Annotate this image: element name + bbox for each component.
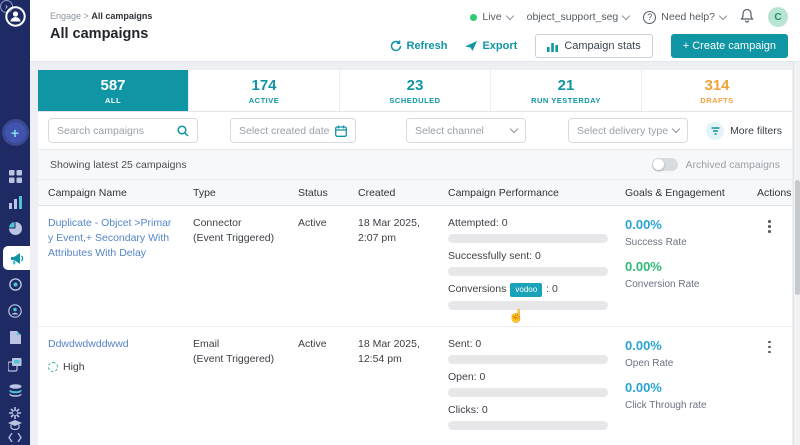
help-label: Need help?	[661, 11, 715, 23]
open-rate-value: 0.00%	[625, 337, 662, 353]
breadcrumb-parent[interactable]: Engage	[50, 11, 81, 21]
calendar-icon	[335, 125, 347, 137]
table-header: Campaign Name Type Status Created Campai…	[38, 180, 792, 206]
campaign-tabs: 587 ALL 174 ACTIVE 23 SCHEDULED 21 RUN Y…	[38, 70, 792, 112]
col-goals: Goals & Engagement	[625, 186, 725, 199]
status-text: Active	[298, 217, 327, 229]
chevron-down-icon	[505, 11, 514, 20]
top-header: Live object_support_seg ? Need help? C E…	[30, 0, 800, 62]
breadcrumb-separator: >	[83, 11, 89, 21]
tab-scheduled[interactable]: 23 SCHEDULED	[340, 70, 491, 111]
tab-active[interactable]: 174 ACTIVE	[189, 70, 340, 111]
priority-indicator: High	[48, 360, 173, 375]
campaigns-panel: 587 ALL 174 ACTIVE 23 SCHEDULED 21 RUN Y…	[38, 70, 792, 445]
success-rate-value: 0.00%	[625, 217, 662, 232]
developer-code-icon[interactable]	[0, 433, 30, 442]
quick-create-button[interactable]: +	[0, 122, 30, 143]
segment-selector[interactable]: object_support_seg	[526, 11, 631, 23]
bar-chart-icon	[547, 42, 559, 52]
col-created: Created	[358, 186, 396, 199]
tab-all[interactable]: 587 ALL	[38, 70, 189, 111]
sidebar: › +	[0, 0, 30, 445]
chevron-down-icon	[671, 124, 681, 134]
search-icon	[177, 124, 189, 137]
refresh-icon	[390, 40, 401, 52]
search-input[interactable]	[57, 124, 167, 137]
filter-bar: Select created date Select channel Selec…	[38, 112, 792, 150]
more-filters-button[interactable]: More filters	[706, 121, 782, 140]
table-row: Ddwdwdwddwwd High Email (Event Triggered…	[38, 326, 792, 445]
row-actions-menu-icon[interactable]	[757, 216, 782, 233]
conversion-goal-badge: vodoo	[510, 283, 543, 297]
created-date-filter[interactable]: Select created date	[230, 118, 356, 143]
notifications-bell-icon[interactable]	[740, 8, 754, 26]
scrollbar-thumb[interactable]	[795, 180, 800, 295]
webengage-logo-icon[interactable]	[0, 6, 30, 27]
app-window: › + Live object_support_seg ? Need help?…	[0, 0, 800, 445]
page-title: All campaigns	[50, 26, 149, 42]
help-menu[interactable]: ? Need help?	[643, 10, 728, 24]
catalog-layers-icon[interactable]	[0, 358, 30, 372]
chevron-down-icon	[718, 11, 728, 20]
sidebar-item-campaigns[interactable]	[3, 246, 30, 270]
priority-high-icon	[48, 362, 58, 373]
environment-selector[interactable]: Live	[470, 11, 514, 23]
col-type: Type	[193, 186, 216, 199]
megaphone-icon	[10, 252, 23, 264]
dashboard-icon[interactable]	[0, 170, 30, 183]
channel-filter[interactable]: Select channel	[406, 118, 526, 143]
users-icon[interactable]	[0, 304, 30, 318]
filter-funnel-icon	[706, 121, 725, 140]
performance-cell: Sent: 0 Open: 0 Clicks: 0	[438, 337, 615, 437]
performance-cell: Attempted: 0 Successfully sent: 0 Conver…	[438, 216, 615, 316]
mouse-cursor: ☝	[508, 308, 525, 323]
goals-target-icon[interactable]	[0, 278, 30, 291]
goals-cell: 0.00% Open Rate 0.00% Click Through rate	[615, 337, 747, 437]
campaign-name-link[interactable]: Duplicate - Objcet >Primary Event,+ Seco…	[48, 217, 171, 259]
chevron-down-icon	[622, 11, 631, 20]
breadcrumb[interactable]: Engage > All campaigns	[50, 11, 152, 21]
campaign-name-link[interactable]: Ddwdwdwddwwd	[48, 338, 129, 350]
plus-icon: +	[4, 122, 26, 143]
integrations-icon[interactable]	[0, 407, 30, 419]
user-avatar[interactable]: C	[768, 7, 788, 27]
tab-drafts[interactable]: 314 DRAFTS	[642, 70, 792, 111]
campaign-stats-button[interactable]: Campaign stats	[535, 34, 653, 58]
col-performance: Campaign Performance	[448, 186, 559, 199]
col-campaign-name: Campaign Name	[48, 186, 127, 199]
row-actions-menu-icon[interactable]	[757, 337, 782, 354]
showing-count-text: Showing latest 25 campaigns	[50, 158, 187, 171]
create-campaign-button[interactable]: + Create campaign	[670, 34, 788, 58]
col-actions: Actions	[757, 186, 792, 199]
table-row: Duplicate - Objcet >Primary Event,+ Seco…	[38, 206, 792, 327]
conversion-rate-value: 0.00%	[625, 259, 662, 275]
data-platform-icon[interactable]	[0, 384, 30, 397]
documents-icon[interactable]	[0, 331, 30, 344]
export-button[interactable]: Export	[465, 40, 517, 52]
academy-cap-icon[interactable]	[0, 420, 30, 431]
help-icon: ?	[643, 10, 657, 24]
col-status: Status	[298, 186, 328, 199]
live-label: Live	[482, 11, 502, 23]
export-icon	[465, 41, 478, 51]
refresh-button[interactable]: Refresh	[390, 40, 447, 52]
click-through-rate-value: 0.00%	[625, 380, 662, 395]
vertical-scrollbar[interactable]	[793, 62, 800, 445]
archived-campaigns-toggle[interactable]	[652, 158, 679, 171]
delivery-type-filter[interactable]: Select delivery type	[568, 118, 688, 143]
archived-campaigns-label: Archived campaigns	[685, 158, 780, 171]
status-text: Active	[298, 337, 327, 350]
segment-label: object_support_seg	[526, 11, 619, 23]
live-status-icon	[470, 13, 478, 21]
chevron-down-icon	[509, 124, 519, 134]
search-campaigns-field[interactable]	[48, 118, 198, 143]
segments-pie-icon[interactable]	[0, 222, 30, 235]
list-status-bar: Showing latest 25 campaigns Archived cam…	[38, 150, 792, 180]
analytics-icon[interactable]	[0, 196, 30, 209]
tab-run-yesterday[interactable]: 21 RUN YESTERDAY	[491, 70, 642, 111]
breadcrumb-current: All campaigns	[91, 11, 153, 21]
goals-cell: 0.00% Success Rate 0.00% Conversion Rate	[615, 216, 747, 316]
